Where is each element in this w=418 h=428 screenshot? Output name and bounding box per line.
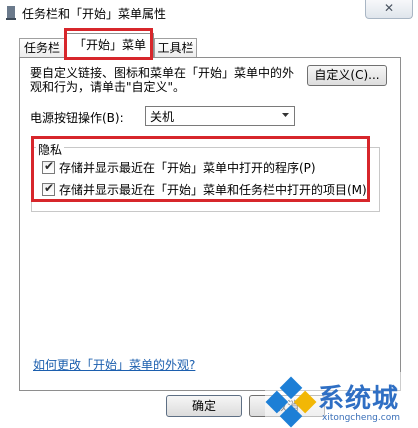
tab-toolbars[interactable]: 工具栏 xyxy=(154,38,197,58)
tab-taskbar[interactable]: 任务栏 xyxy=(19,38,65,58)
recent-programs-option[interactable]: ✔ 存储并显示最近在「开始」菜单中打开的程序(P) xyxy=(42,159,316,176)
recent-programs-label: 存储并显示最近在「开始」菜单中打开的程序(P) xyxy=(59,161,316,175)
recent-items-checkbox[interactable]: ✔ xyxy=(42,181,55,196)
watermark-url: xitongcheng.com xyxy=(322,413,400,423)
app-icon xyxy=(6,6,16,20)
checkmark-icon: ✔ xyxy=(44,181,55,195)
power-select-value: 关机 xyxy=(150,110,175,124)
close-icon: ✕ xyxy=(383,1,395,15)
window-title: 任务栏和「开始」菜单属性 xyxy=(22,7,167,21)
watermark-text: 系统城 xyxy=(318,384,400,414)
customize-button[interactable]: 自定义(C)... xyxy=(307,65,387,86)
recent-items-label: 存储并显示最近在「开始」菜单和任务栏中打开的项目(M) xyxy=(59,183,367,197)
privacy-group-title: 隐私 xyxy=(36,141,65,158)
tab-start-menu[interactable]: 「开始」菜单 xyxy=(66,33,154,58)
privacy-group xyxy=(31,147,380,212)
recent-programs-checkbox[interactable]: ✔ xyxy=(42,159,55,174)
recent-items-option[interactable]: ✔ 存储并显示最近在「开始」菜单和任务栏中打开的项目(M) xyxy=(42,181,367,198)
chevron-down-icon xyxy=(282,113,289,117)
power-button-select[interactable]: 关机 xyxy=(145,106,295,126)
power-button-label: 电源按钮操作(B): xyxy=(30,111,124,125)
title-bar: 任务栏和「开始」菜单属性 ✕ xyxy=(0,0,418,26)
checkmark-icon: ✔ xyxy=(44,159,55,173)
ok-button[interactable]: 确定 xyxy=(166,395,242,417)
intro-text: 要自定义链接、图标和菜单在「开始」菜单中的外观和行为，请单击"自定义"。 xyxy=(30,66,295,94)
close-button[interactable]: ✕ xyxy=(365,0,413,19)
help-link[interactable]: 如何更改「开始」菜单的外观? xyxy=(33,356,195,373)
